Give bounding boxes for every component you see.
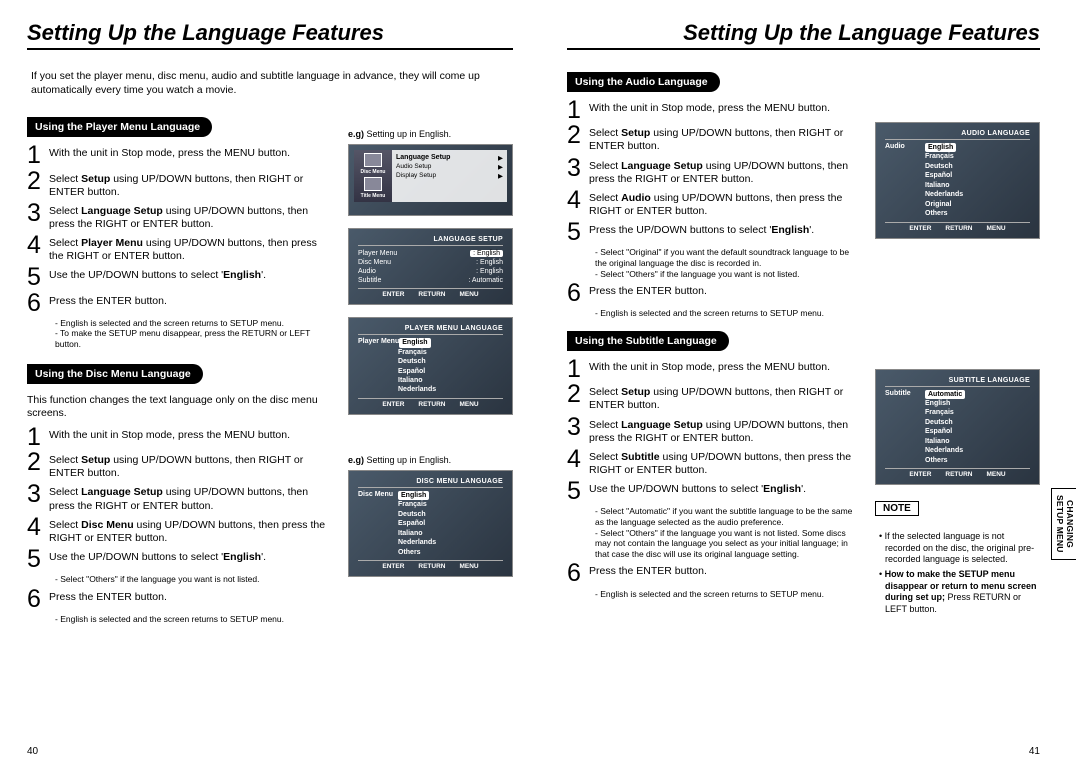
step: Press the UP/DOWN buttons to select 'Eng… — [589, 222, 814, 237]
step: Select Audio using UP/DOWN buttons, then… — [589, 190, 861, 218]
step-notes: - English is selected and the screen ret… — [55, 318, 334, 350]
step: Use the UP/DOWN buttons to select 'Engli… — [589, 481, 806, 496]
step: Use the UP/DOWN buttons to select 'Engli… — [49, 267, 266, 282]
note-heading: NOTE — [875, 501, 919, 516]
step: Select Language Setup using UP/DOWN butt… — [49, 203, 334, 231]
step: With the unit in Stop mode, press the ME… — [49, 145, 290, 160]
step: With the unit in Stop mode, press the ME… — [589, 100, 830, 115]
tv-disc-menu-lang: DISC MENU LANGUAGE Disc Menu English Fra… — [348, 470, 513, 577]
chapter-tab: CHANGINGSETUP MENU — [1051, 488, 1076, 560]
step: Select Language Setup using UP/DOWN butt… — [49, 484, 334, 512]
step: Select Setup using UP/DOWN buttons, then… — [589, 125, 861, 153]
step: Select Setup using UP/DOWN buttons, then… — [49, 452, 334, 480]
tv-subtitle-lang: SUBTITLE LANGUAGE Subtitle Automatic Eng… — [875, 369, 1040, 486]
tv-setup-main: Disc Menu Title Menu Language Setup▶ Aud… — [348, 144, 513, 216]
step: Use the UP/DOWN buttons to select 'Engli… — [49, 549, 266, 564]
step: Press the ENTER button. — [49, 293, 167, 308]
step: Select Setup using UP/DOWN buttons, then… — [49, 171, 334, 199]
tv-audio-lang: AUDIO LANGUAGE Audio English Français De… — [875, 122, 1040, 239]
section-disc-menu: Using the Disc Menu Language — [27, 364, 203, 384]
tv-player-menu-lang: PLAYER MENU LANGUAGE Player Menu English… — [348, 317, 513, 415]
section-subtitle: Using the Subtitle Language — [567, 331, 729, 351]
page-title-left: Setting Up the Language Features — [27, 20, 513, 50]
step: Select Setup using UP/DOWN buttons, then… — [589, 384, 861, 412]
step: Select Language Setup using UP/DOWN butt… — [589, 158, 861, 186]
step: With the unit in Stop mode, press the ME… — [589, 359, 830, 374]
step: Press the ENTER button. — [49, 589, 167, 604]
page-number: 40 — [27, 746, 38, 757]
tv-language-setup: LANGUAGE SETUP Player Menu: English Disc… — [348, 228, 513, 305]
step: Press the ENTER button. — [589, 563, 707, 578]
section-audio: Using the Audio Language — [567, 72, 720, 92]
disc-intro: This function changes the text language … — [27, 394, 334, 421]
page-number: 41 — [1029, 746, 1040, 757]
step: Select Language Setup using UP/DOWN butt… — [589, 417, 861, 445]
note-list: If the selected language is not recorded… — [875, 531, 1040, 616]
intro-text: If you set the player menu, disc menu, a… — [31, 70, 509, 97]
step: Select Player Menu using UP/DOWN buttons… — [49, 235, 334, 263]
section-player-menu: Using the Player Menu Language — [27, 117, 212, 137]
step: Select Subtitle using UP/DOWN buttons, t… — [589, 449, 861, 477]
step: Press the ENTER button. — [589, 283, 707, 298]
step: Select Disc Menu using UP/DOWN buttons, … — [49, 517, 334, 545]
page-title-right: Setting Up the Language Features — [567, 20, 1040, 50]
step: With the unit in Stop mode, press the ME… — [49, 427, 290, 442]
